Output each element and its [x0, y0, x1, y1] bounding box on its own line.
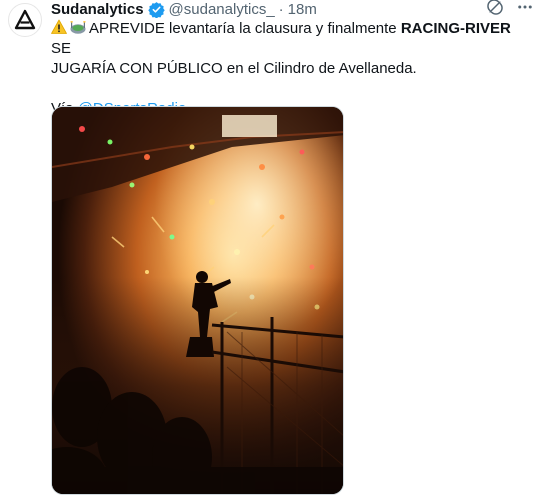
stadium-fireworks-photo — [52, 107, 343, 494]
warning-emoji-icon — [51, 19, 67, 35]
stadium-emoji-icon — [70, 19, 86, 35]
author-handle[interactable]: @sudanalytics_ — [169, 1, 275, 18]
tweet-text-line-2: JUGARÍA CON PÚBLICO en el Cilindro de Av… — [51, 60, 417, 77]
tweet-text-line-1-b: SE — [51, 40, 72, 57]
tweet-text: APREVIDE levantaría la clausura y finalm… — [51, 19, 531, 119]
tweet-header: Sudanalytics @sudanalytics_ · 18m — [51, 0, 317, 18]
tweet-media-photo[interactable] — [51, 106, 344, 495]
tweet-text-bold-match: RACING-RIVER — [400, 20, 511, 37]
more-options-icon[interactable] — [516, 0, 534, 21]
triangle-a-logo-icon — [14, 9, 36, 30]
grok-icon[interactable] — [486, 0, 504, 21]
author-name[interactable]: Sudanalytics — [51, 1, 144, 18]
tweet-card[interactable]: Sudanalytics @sudanalytics_ · 18m APREVI… — [0, 0, 546, 500]
tweet-text-line-1: APREVIDE levantaría la clausura y finalm… — [51, 19, 531, 59]
author-avatar[interactable] — [8, 3, 42, 37]
tweet-top-actions — [486, 0, 534, 18]
header-separator: · — [278, 0, 284, 18]
tweet-timestamp[interactable]: 18m — [288, 1, 317, 18]
verified-badge-icon — [147, 1, 165, 18]
tweet-text-line-1-a: APREVIDE levantaría la clausura y finalm… — [89, 20, 401, 37]
